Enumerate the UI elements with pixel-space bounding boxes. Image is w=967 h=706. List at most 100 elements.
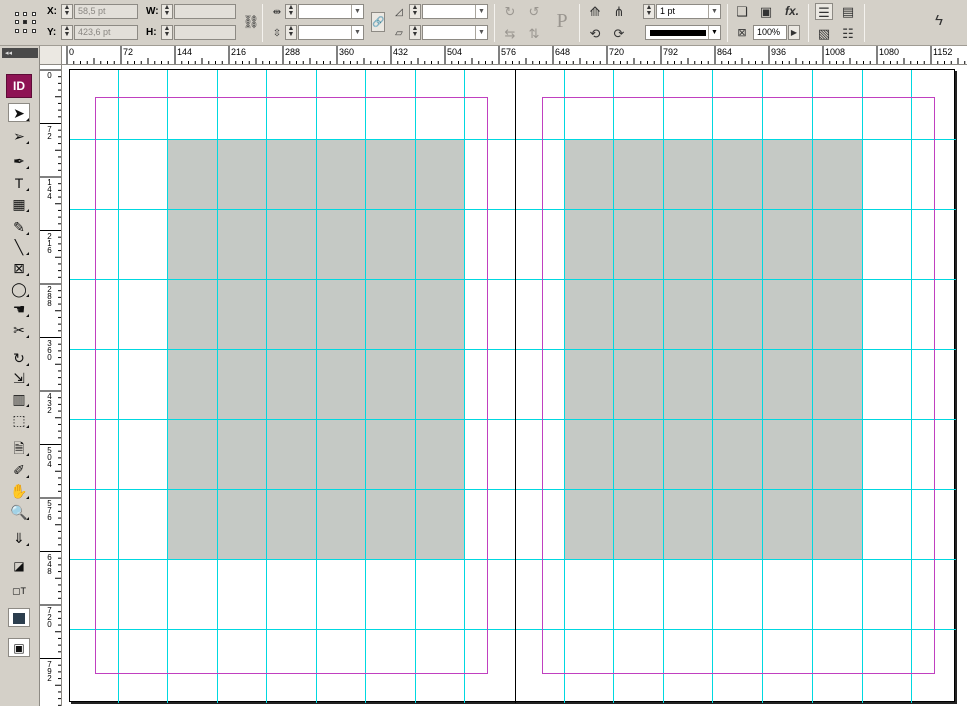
type-tool-icon[interactable]: T bbox=[8, 173, 30, 192]
scissors-tool-icon[interactable]: ✂ bbox=[8, 320, 30, 339]
line-tool-icon[interactable]: ╲ bbox=[8, 237, 30, 256]
eyedropper-tool-icon[interactable]: ✐ bbox=[8, 460, 30, 479]
text-wrap-bounding-icon[interactable]: ▤ bbox=[839, 3, 857, 20]
rotate-ccw-icon[interactable]: ↺ bbox=[525, 3, 543, 20]
horizontal-ruler[interactable]: 0 72 144 216 288 360 432 504 576 648 720 792 864 936 1… bbox=[62, 46, 967, 65]
preview-mode-icon[interactable]: ▣ bbox=[8, 638, 30, 657]
constrain-scale-icon[interactable]: 🔗 bbox=[371, 12, 385, 32]
scale-lock-icon[interactable]: ⊠ bbox=[733, 25, 751, 42]
h-ruler-label: 144 bbox=[177, 47, 193, 57]
direct-selection-tool-icon[interactable]: ➢ bbox=[8, 126, 30, 145]
h-ruler-label: 936 bbox=[771, 47, 787, 57]
scale-menu-arrow-icon[interactable]: ▶ bbox=[788, 25, 800, 40]
select-previous-icon[interactable]: ⟲ bbox=[586, 25, 604, 42]
shear-spinner[interactable]: ▲ ▼ bbox=[409, 25, 421, 40]
indesign-logo: ID bbox=[6, 74, 32, 98]
v-ruler-label: 216 bbox=[47, 231, 52, 255]
h-ruler-label: 648 bbox=[555, 47, 571, 57]
divider bbox=[262, 4, 263, 42]
h-ruler-label: 576 bbox=[501, 47, 517, 57]
rotate-cw-icon[interactable]: ↻ bbox=[501, 3, 519, 20]
select-content-icon[interactable]: ⋔ bbox=[610, 3, 628, 20]
h-ruler-label: 1080 bbox=[879, 47, 900, 57]
rectangle-frame-tool-icon[interactable]: ⊠ bbox=[8, 258, 30, 277]
shear-angle-icon: ▱ bbox=[395, 28, 403, 39]
scale-percentage-field[interactable]: 100% bbox=[753, 25, 787, 40]
collapse-tool-icon[interactable]: ⇓ bbox=[8, 528, 30, 547]
flip-horizontal-icon[interactable]: ⇆ bbox=[501, 25, 519, 42]
button-tool-icon[interactable]: ☚ bbox=[8, 299, 30, 318]
rotate-tool-icon[interactable]: ↻ bbox=[8, 348, 30, 367]
constrain-proportions-icon[interactable]: ⛓ bbox=[242, 13, 260, 30]
divider bbox=[494, 4, 495, 42]
v-ruler-label: 432 bbox=[47, 392, 52, 415]
rotation-angle-icon: ◿ bbox=[395, 7, 403, 18]
distribute-icon[interactable]: ☷ bbox=[839, 25, 857, 42]
document-canvas[interactable] bbox=[62, 65, 967, 706]
zoom-tool-icon[interactable]: 🔍 bbox=[8, 502, 30, 521]
w-label: W: bbox=[146, 6, 159, 17]
page-spread[interactable] bbox=[69, 69, 956, 703]
scale-y-spinner[interactable]: ▲ ▼ bbox=[285, 25, 297, 40]
pencil-tool-icon[interactable]: ✎ bbox=[8, 217, 30, 236]
scale-tool-icon[interactable]: ⇲ bbox=[8, 368, 30, 387]
scale-y-field[interactable]: ▼ bbox=[298, 25, 364, 40]
formatting-container-icon[interactable]: ▢T bbox=[8, 581, 30, 600]
spread-guides bbox=[70, 70, 956, 703]
effects-fx-button[interactable]: fx. bbox=[781, 3, 803, 20]
h-field[interactable] bbox=[174, 25, 236, 40]
tools-panel: ◂◂ ID ➤ ➢ ✒ T ▦ ✎ ╲ ⊠ ◯ ☚ ✂ ↻ ⇲ ▥ ⬚ 🗎 ✐ ✋ 🔍 ⇓ ◪ ▢T ▣ bbox=[0, 46, 40, 706]
w-field[interactable] bbox=[174, 4, 236, 19]
v-ruler-label: 648 bbox=[47, 552, 52, 576]
gradient-tool-icon[interactable]: ▥ bbox=[8, 389, 30, 408]
x-spinner[interactable]: ▲ ▼ bbox=[61, 4, 73, 19]
h-ruler-label: 72 bbox=[123, 47, 134, 57]
align-left-icon[interactable]: ▧ bbox=[815, 25, 833, 42]
divider bbox=[864, 4, 865, 42]
shear-angle-field[interactable]: ▼ bbox=[422, 25, 488, 40]
note-tool-icon[interactable]: 🗎 bbox=[8, 438, 30, 457]
hand-tool-icon[interactable]: ✋ bbox=[8, 481, 30, 500]
y-field[interactable]: 423,6 pt bbox=[74, 25, 138, 40]
text-wrap-none-icon[interactable]: ☰ bbox=[815, 3, 833, 20]
opacity-icon[interactable]: ▣ bbox=[757, 3, 775, 20]
ellipse-tool-icon[interactable]: ◯ bbox=[8, 279, 30, 298]
stroke-type-dropdown[interactable]: ▼ bbox=[645, 25, 721, 40]
scale-x-spinner[interactable]: ▲ ▼ bbox=[285, 4, 297, 19]
x-field[interactable]: 58,5 pt bbox=[74, 4, 138, 19]
tools-panel-grip[interactable]: ◂◂ bbox=[2, 48, 38, 58]
vertical-ruler[interactable]: 0 72 144 216 288 360 432 504 576 648 720 792 bbox=[40, 65, 62, 706]
flip-vertical-icon[interactable]: ⇅ bbox=[525, 25, 543, 42]
table-tool-icon[interactable]: ▦ bbox=[8, 194, 30, 213]
select-next-icon[interactable]: ⟳ bbox=[610, 25, 628, 42]
v-ruler-label: 0 bbox=[47, 71, 52, 80]
h-ruler-label: 720 bbox=[609, 47, 625, 57]
pen-tool-icon[interactable]: ✒ bbox=[8, 151, 30, 170]
h-ruler-label: 792 bbox=[663, 47, 679, 57]
stroke-weight-field[interactable]: 1 pt ▼ bbox=[656, 4, 721, 19]
h-ruler-label: 864 bbox=[717, 47, 733, 57]
scale-x-icon: ⇹ bbox=[272, 7, 282, 18]
divider bbox=[808, 4, 809, 42]
h-spinner[interactable]: ▲ ▼ bbox=[161, 25, 173, 40]
h-ruler-label: 432 bbox=[393, 47, 409, 57]
h-ruler-label: 1008 bbox=[825, 47, 846, 57]
rotation-spinner[interactable]: ▲ ▼ bbox=[409, 4, 421, 19]
rotation-angle-field[interactable]: ▼ bbox=[422, 4, 488, 19]
y-spinner[interactable]: ▲ ▼ bbox=[61, 25, 73, 40]
free-transform-tool-icon[interactable]: ⬚ bbox=[8, 410, 30, 429]
w-spinner[interactable]: ▲ ▼ bbox=[161, 4, 173, 19]
selection-tool-icon[interactable]: ➤ bbox=[8, 103, 30, 122]
reference-point-icon[interactable] bbox=[15, 12, 37, 34]
normal-view-mode-icon[interactable] bbox=[8, 608, 30, 627]
stroke-weight-spinner[interactable]: ▲ ▼ bbox=[643, 4, 655, 19]
drop-shadow-icon[interactable]: ❑ bbox=[733, 3, 751, 20]
ruler-origin[interactable] bbox=[40, 46, 62, 65]
select-container-icon[interactable]: ⟰ bbox=[586, 3, 604, 20]
h-ruler-label: 0 bbox=[69, 47, 75, 57]
flip-indicator-icon: P bbox=[556, 10, 568, 32]
fill-stroke-swatch-icon[interactable]: ◪ bbox=[8, 556, 30, 575]
h-ruler-label: 288 bbox=[285, 47, 301, 57]
scale-x-field[interactable]: ▼ bbox=[298, 4, 364, 19]
quick-apply-icon[interactable]: ϟ bbox=[930, 12, 948, 29]
